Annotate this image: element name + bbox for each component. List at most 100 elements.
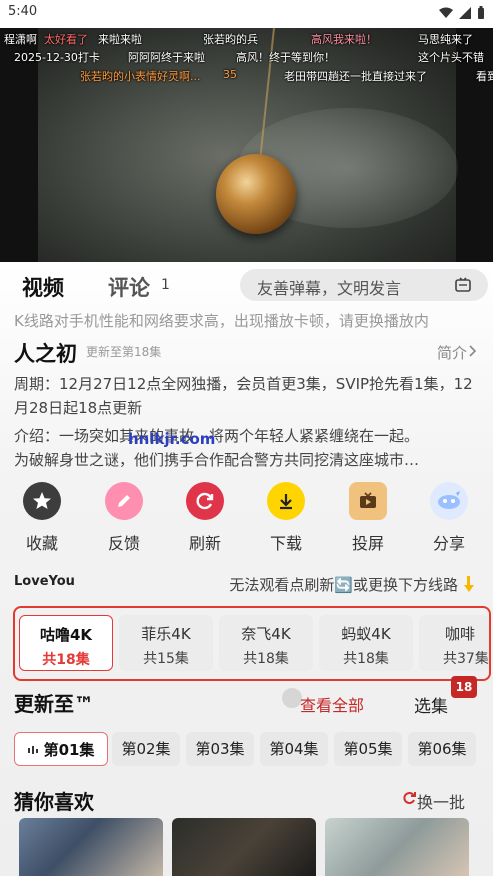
- episode-label: 第01集: [43, 741, 95, 759]
- status-time: 5:40: [8, 4, 38, 19]
- episode-label: 第05集: [343, 740, 393, 758]
- playing-bars-icon: [27, 746, 38, 754]
- site-watermark: hnlkjr.com: [128, 430, 216, 448]
- source-name: 咖啡: [445, 625, 476, 643]
- episode-label: 第04集: [269, 740, 319, 758]
- intro-text-2: 为破解身世之谜，他们携手合作配合警方共同挖清这座城市…: [14, 451, 420, 469]
- action-label: 反馈: [107, 534, 140, 553]
- refresh-button[interactable]: 刷新: [170, 482, 240, 554]
- intro-link[interactable]: 简介: [437, 342, 467, 363]
- recommend-poster[interactable]: [172, 818, 316, 876]
- tv-icon: [349, 482, 387, 520]
- episode-label: 第06集: [417, 740, 467, 758]
- danmaku-item: 高风！终于等到你！: [236, 51, 335, 64]
- action-label: 分享: [432, 534, 465, 553]
- danmaku-item: 看到: [476, 70, 493, 83]
- source-card-feile4k[interactable]: 菲乐4K 共15集: [119, 615, 213, 671]
- source-count: 共18集: [42, 652, 90, 668]
- refresh-icon: [186, 482, 224, 520]
- wifi-icon: [439, 7, 453, 18]
- download-button[interactable]: 下载: [251, 482, 321, 554]
- favorite-button[interactable]: 收藏: [7, 482, 77, 554]
- source-name: 菲乐4K: [141, 625, 191, 643]
- status-icons: [439, 6, 485, 19]
- detail-panel: 视频 评论 1 友善弹幕，文明发言 K线路对手机性能和网络要求高，出现播放卡顿，…: [0, 262, 493, 876]
- status-bar: 5:40: [0, 0, 493, 28]
- comment-count: 1: [161, 277, 170, 293]
- episode-01[interactable]: 第01集: [14, 732, 108, 766]
- danmaku-item: 这个片头不错: [418, 51, 484, 64]
- action-label: 投屏: [351, 534, 384, 553]
- episode-05[interactable]: 第05集: [334, 732, 402, 766]
- refresh-icon[interactable]: [403, 791, 417, 805]
- source-card-mayi4k[interactable]: 蚂蚁4K 共18集: [319, 615, 413, 671]
- feedback-button[interactable]: 反馈: [89, 482, 159, 554]
- danmaku-item: 马思纯来了: [418, 33, 473, 46]
- danmaku-item: 2025-12-30打卡: [14, 51, 100, 64]
- chevron-right-icon[interactable]: [469, 345, 477, 357]
- episode-label: 第02集: [121, 740, 171, 758]
- danmaku-settings-icon[interactable]: [454, 276, 472, 294]
- source-name: 奈飞4K: [241, 625, 291, 643]
- danmaku-input[interactable]: 友善弹幕，文明发言: [240, 269, 488, 301]
- age-rating-badge: 18: [451, 676, 477, 698]
- action-label: 刷新: [188, 534, 221, 553]
- action-label: 收藏: [25, 534, 58, 553]
- episode-02[interactable]: 第02集: [112, 732, 180, 766]
- refresh-batch-button[interactable]: 换一批: [417, 789, 465, 813]
- episode-list: 第01集 第02集 第03集 第04集 第05集 第06集: [14, 732, 493, 768]
- gold-ornament: [216, 154, 296, 234]
- source-selector: 咕噜4K 共18集 菲乐4K 共15集 奈飞4K 共18集 蚂蚁4K 共18集 …: [13, 606, 491, 681]
- danmaku-item: 35: [223, 68, 237, 81]
- danmaku-item: 阿阿阿终于来啦: [128, 51, 205, 64]
- danmaku-item: 程潇啊: [4, 33, 37, 46]
- share-button[interactable]: 分享: [414, 482, 484, 554]
- recommend-poster[interactable]: [325, 818, 469, 876]
- cast-button[interactable]: 投屏: [333, 482, 403, 554]
- tab-video[interactable]: 视频: [22, 272, 64, 302]
- line-tip: LoveYou 无法观看点刷新🔄或更换下方线路: [14, 570, 480, 600]
- danmaku-item: 太好看了: [44, 33, 88, 46]
- episode-04[interactable]: 第04集: [260, 732, 328, 766]
- update-status: 更新至第18集: [86, 345, 162, 359]
- danmaku-item: 老田带四趟还一批直接过来了: [284, 70, 427, 83]
- download-icon: [267, 482, 305, 520]
- select-episode-button[interactable]: 选集: [414, 692, 448, 717]
- video-player[interactable]: 程潇啊 太好看了 来啦来啦 张若昀的兵 高风我来啦！ 马思纯来了 2025-12…: [0, 28, 493, 262]
- source-count: 共37集: [443, 651, 489, 667]
- schedule-text: 周期：12月27日12点全网独播，会员首更3集，SVIP抢先看1集，12月28日…: [14, 375, 473, 417]
- battery-icon: [478, 6, 484, 19]
- toggle-dot[interactable]: [282, 688, 302, 708]
- source-card-naifei4k[interactable]: 奈飞4K 共18集: [219, 615, 313, 671]
- tab-comment[interactable]: 评论: [108, 272, 150, 302]
- show-title: 人之初: [14, 342, 77, 366]
- source-count: 共18集: [343, 651, 389, 667]
- pencil-icon: [105, 482, 143, 520]
- source-card-guru4k[interactable]: 咕噜4K 共18集: [19, 615, 113, 671]
- recommend-poster[interactable]: [19, 818, 163, 876]
- source-count: 共15集: [143, 651, 189, 667]
- action-label: 下载: [269, 534, 302, 553]
- source-card-kafei[interactable]: 咖啡 共37集: [419, 615, 489, 671]
- danmaku-item: 张若昀的小表情好灵啊...: [80, 70, 201, 83]
- share-icon: [430, 482, 468, 520]
- action-bar: 收藏 反馈 刷新 下载 投屏 分享: [0, 482, 493, 554]
- danmaku-item: 张若昀的兵: [203, 33, 258, 46]
- episode-label: 第03集: [195, 740, 245, 758]
- tabs-row: 视频 评论 1 友善弹幕，文明发言: [0, 262, 493, 308]
- danmaku-item: 来啦来啦: [98, 33, 142, 46]
- signal-icon: [459, 6, 471, 19]
- line-tip-text: 无法观看点刷新🔄或更换下方线路: [229, 576, 458, 594]
- line-notice: K线路对手机性能和网络要求高，出现播放卡顿，请更换播放内: [14, 312, 429, 330]
- hand-pointer-icon: [464, 576, 474, 592]
- episodes-heading: 更新至™: [14, 692, 94, 716]
- love-you-logo: LoveYou: [14, 574, 75, 589]
- source-name: 蚂蚁4K: [341, 625, 391, 643]
- episode-03[interactable]: 第03集: [186, 732, 254, 766]
- intro-text: 介绍：一场突如其来的事故，将两个年轻人紧紧缠绕在一起。: [14, 427, 420, 445]
- source-count: 共18集: [243, 651, 289, 667]
- episode-06[interactable]: 第06集: [408, 732, 476, 766]
- danmaku-item: 高风我来啦！: [311, 33, 377, 46]
- recommend-heading: 猜你喜欢: [14, 790, 94, 814]
- view-all-link[interactable]: 查看全部: [300, 692, 364, 716]
